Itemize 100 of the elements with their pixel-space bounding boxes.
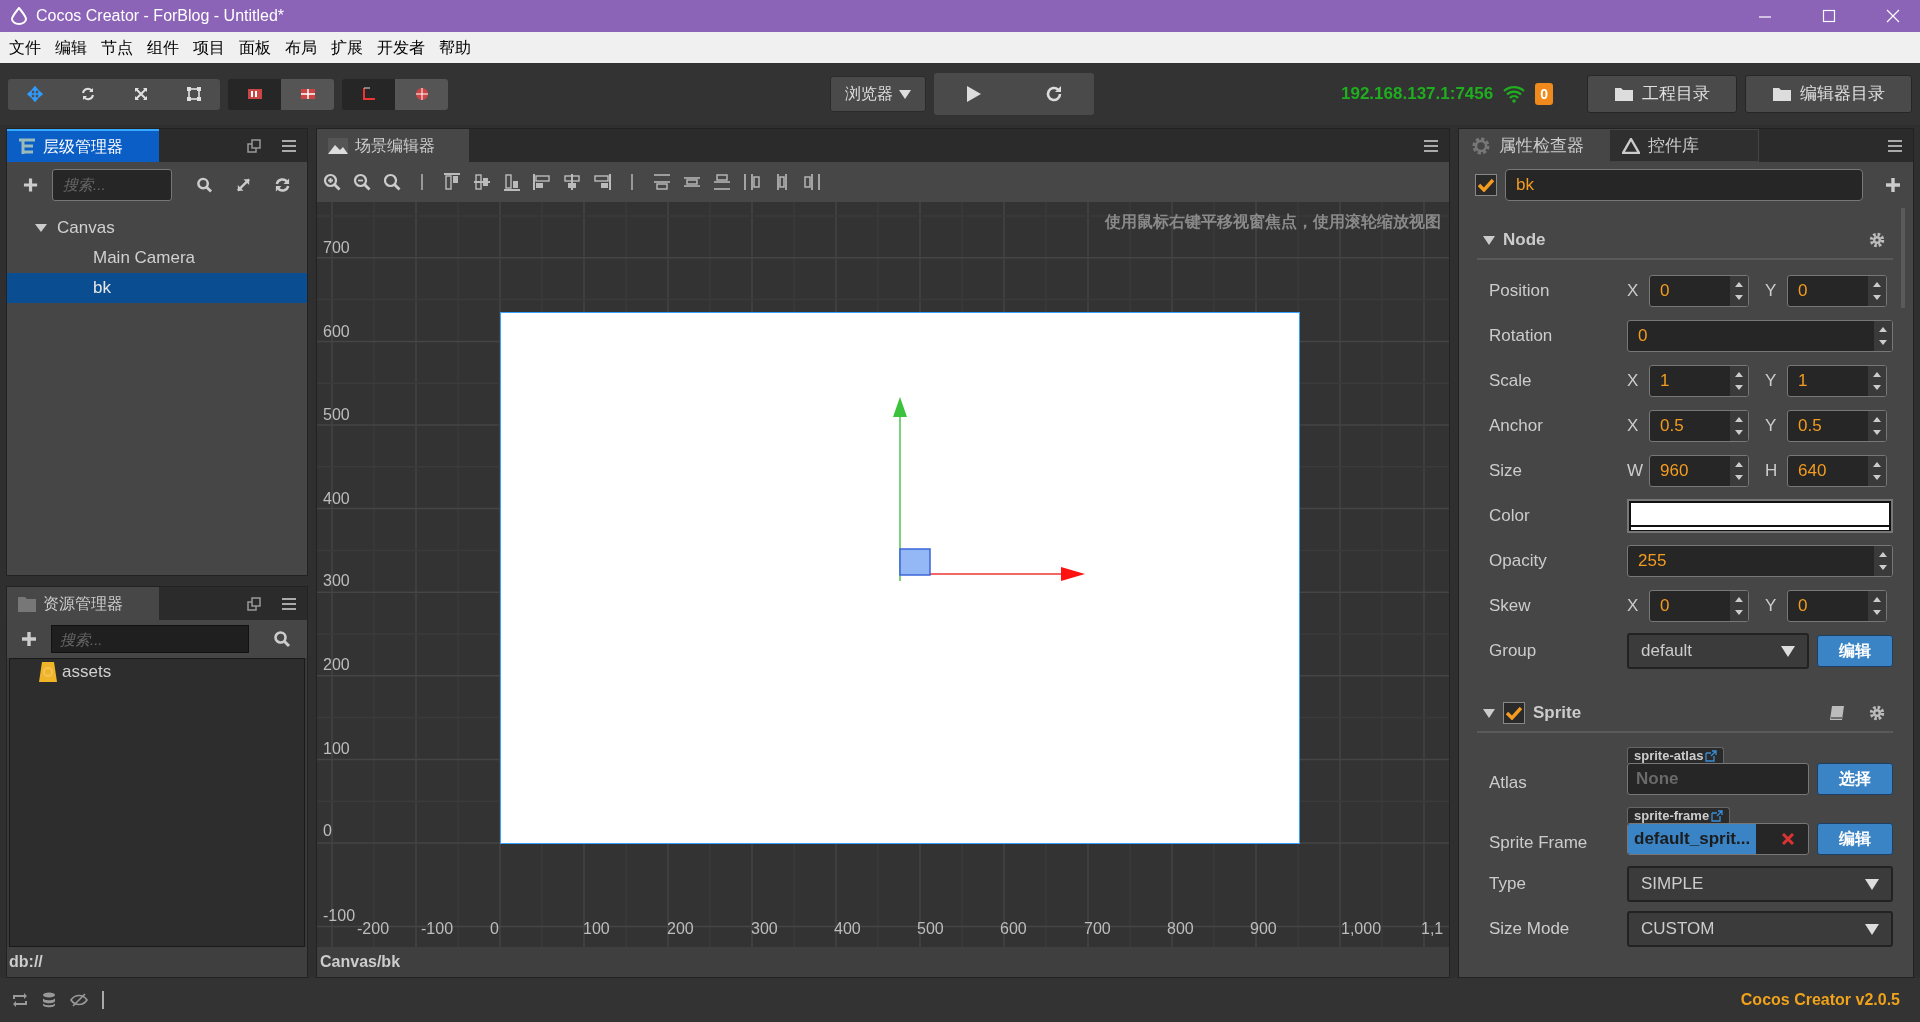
stepper-icon[interactable] [1730, 455, 1748, 486]
align-icon[interactable] [473, 173, 491, 191]
menu-item[interactable]: 组件 [140, 35, 186, 60]
expand-arrow-icon[interactable] [1483, 708, 1495, 718]
distribute-icon[interactable] [803, 173, 821, 191]
distribute-icon[interactable] [713, 173, 731, 191]
align-icon[interactable] [443, 173, 461, 191]
search-field[interactable]: 搜索... [52, 168, 173, 201]
stepper-icon[interactable] [1874, 320, 1892, 351]
stepper-icon[interactable] [1730, 410, 1748, 441]
toggle-button[interactable] [281, 78, 334, 110]
zoom-in-icon[interactable] [323, 173, 341, 191]
popout-icon[interactable] [247, 596, 261, 611]
settings-icon[interactable] [1869, 705, 1885, 721]
stepper-icon[interactable] [1874, 545, 1892, 576]
menu-icon[interactable] [1887, 138, 1903, 153]
search-field[interactable]: 搜索... [51, 625, 249, 653]
settings-icon[interactable] [1869, 232, 1885, 248]
number-field[interactable]: 0.5 [1649, 409, 1749, 442]
node-name-field[interactable]: bk [1505, 169, 1863, 201]
popout-icon[interactable] [247, 138, 261, 153]
panel-tab[interactable]: 资源管理器 [7, 587, 159, 620]
stepper-icon[interactable] [1868, 365, 1886, 396]
menu-item[interactable]: 帮助 [432, 35, 478, 60]
number-field[interactable]: 0 [1649, 274, 1749, 307]
asset-row[interactable]: assets [10, 659, 304, 685]
align-icon[interactable] [563, 173, 581, 191]
hidden-eye-icon[interactable] [70, 993, 88, 1007]
select-dropdown[interactable]: SIMPLE [1627, 865, 1893, 902]
refresh-icon[interactable] [274, 175, 291, 194]
stepper-icon[interactable] [1730, 365, 1748, 396]
menu-item[interactable]: 布局 [278, 35, 324, 60]
number-field[interactable]: 255 [1627, 544, 1893, 577]
stepper-icon[interactable] [1868, 455, 1886, 486]
menu-icon[interactable] [1423, 138, 1439, 153]
expand-arrow-icon[interactable] [1483, 235, 1495, 245]
panel-tab[interactable]: 控件库 [1609, 129, 1759, 162]
stepper-icon[interactable] [1868, 590, 1886, 621]
panel-tab[interactable]: 场景编辑器 [317, 129, 469, 162]
add-icon[interactable] [21, 631, 37, 647]
stepper-icon[interactable] [1730, 590, 1748, 621]
search-icon[interactable] [273, 630, 291, 648]
stepper-icon[interactable] [1868, 410, 1886, 441]
menu-icon[interactable] [281, 596, 297, 611]
select-dropdown[interactable]: default [1627, 632, 1809, 669]
book-icon[interactable] [1829, 705, 1845, 721]
menu-item[interactable]: 面板 [232, 35, 278, 60]
number-field[interactable]: 0.5 [1787, 409, 1887, 442]
stepper-icon[interactable] [1868, 275, 1886, 306]
number-field[interactable]: 1 [1787, 364, 1887, 397]
panel-tab[interactable]: 层级管理器 [7, 129, 159, 162]
menu-item[interactable]: 项目 [186, 35, 232, 60]
number-field[interactable]: 1 [1649, 364, 1749, 397]
tree-row[interactable]: Canvas [7, 213, 307, 243]
clear-icon[interactable] [1782, 833, 1794, 845]
stepper-icon[interactable] [1730, 275, 1748, 306]
toggle-button[interactable] [342, 78, 395, 110]
number-field[interactable]: 960 [1649, 454, 1749, 487]
checkbox[interactable] [1475, 174, 1497, 196]
menu-item[interactable]: 编辑 [48, 35, 94, 60]
toggle-button[interactable] [395, 78, 448, 110]
menu-item[interactable]: 文件 [2, 35, 48, 60]
tree-row[interactable]: bk [7, 273, 307, 303]
select-dropdown[interactable]: CUSTOM [1627, 910, 1893, 947]
distribute-icon[interactable] [653, 173, 671, 191]
folder-button[interactable]: 工程目录 [1587, 75, 1737, 113]
maximize-icon[interactable] [1822, 9, 1836, 23]
toggle-button[interactable] [228, 78, 281, 110]
number-field[interactable]: 0 [1649, 589, 1749, 622]
move-tool-button[interactable] [8, 78, 61, 110]
number-field[interactable]: 640 [1787, 454, 1887, 487]
edit-button[interactable]: 选择 [1817, 763, 1893, 795]
rect-tool-button[interactable] [167, 78, 220, 110]
close-icon[interactable] [1886, 9, 1900, 23]
sync-icon[interactable] [12, 993, 28, 1007]
align-icon[interactable] [593, 173, 611, 191]
asset-field[interactable]: default_sprit... [1627, 823, 1809, 855]
zoom-out-icon[interactable] [353, 173, 371, 191]
menu-item[interactable]: 扩展 [324, 35, 370, 60]
preview-dropdown[interactable]: 浏览器 [830, 76, 926, 112]
menu-icon[interactable] [281, 138, 297, 153]
align-icon[interactable] [533, 173, 551, 191]
menu-item[interactable]: 节点 [94, 35, 140, 60]
panel-tab[interactable]: 属性检查器 [1459, 129, 1609, 162]
edit-button[interactable]: 编辑 [1817, 823, 1893, 855]
menu-item[interactable]: 开发者 [370, 35, 432, 60]
add-icon[interactable] [23, 176, 39, 193]
folder-button[interactable]: 编辑器目录 [1745, 75, 1912, 113]
number-field[interactable]: 0 [1787, 274, 1887, 307]
sprite-node[interactable] [500, 312, 1300, 844]
distribute-icon[interactable] [743, 173, 761, 191]
number-field[interactable]: 0 [1627, 319, 1893, 352]
tree-row[interactable]: Main Camera [7, 243, 307, 273]
edit-button[interactable]: 编辑 [1817, 634, 1893, 667]
number-field[interactable]: 0 [1787, 589, 1887, 622]
expand-arrow-icon[interactable] [35, 223, 47, 233]
search-icon[interactable] [196, 175, 214, 194]
align-icon[interactable] [503, 173, 521, 191]
checkbox[interactable] [1503, 702, 1525, 724]
color-swatch[interactable] [1627, 498, 1893, 533]
